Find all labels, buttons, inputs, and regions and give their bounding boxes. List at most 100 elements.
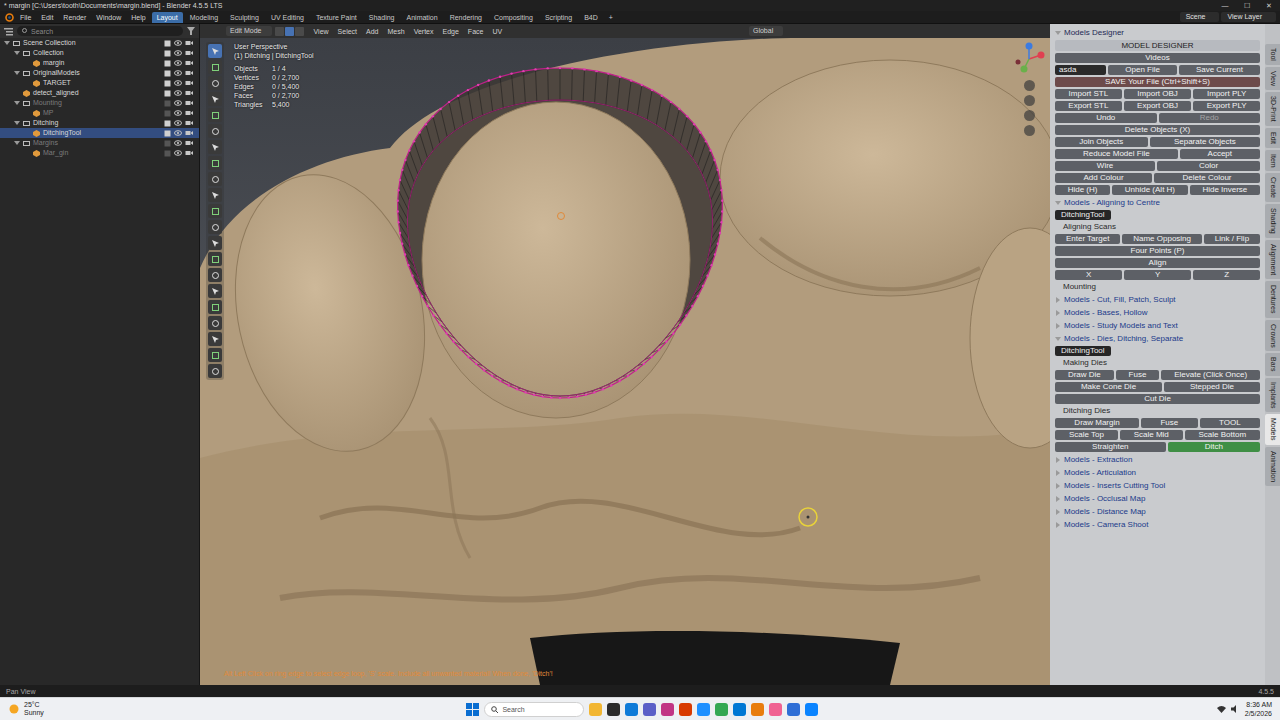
viewport-menu[interactable]: Face xyxy=(465,28,487,35)
taskbar-app-icon[interactable] xyxy=(697,703,710,716)
camera-icon[interactable] xyxy=(185,70,193,76)
expand-icon[interactable] xyxy=(1055,509,1061,515)
edge-select-icon[interactable] xyxy=(285,27,294,36)
panel-section[interactable]: Models - Study Models and Text xyxy=(1055,320,1260,331)
checkbox-icon[interactable] xyxy=(164,80,171,87)
panel-button[interactable]: Name Opposing xyxy=(1122,234,1202,244)
tool-button[interactable] xyxy=(208,156,222,170)
camera-icon[interactable] xyxy=(185,130,193,136)
panel-button[interactable]: Four Points (P) xyxy=(1055,246,1260,256)
tool-button[interactable] xyxy=(208,60,222,74)
panel-button[interactable]: Videos xyxy=(1055,53,1260,63)
camera-icon[interactable] xyxy=(185,150,193,156)
taskbar-search[interactable]: Search xyxy=(484,702,584,717)
viewport-menu[interactable]: View xyxy=(311,28,332,35)
viewport-menu[interactable]: Select xyxy=(335,28,360,35)
workspace-tab[interactable]: Layout xyxy=(152,12,183,23)
ortho-toggle-button[interactable] xyxy=(1024,125,1035,136)
camera-view-button[interactable] xyxy=(1024,110,1035,121)
panel-button[interactable]: Enter Target xyxy=(1055,234,1120,244)
panel-button[interactable]: Delete Colour xyxy=(1154,173,1260,183)
sidebar-tab[interactable]: Implants xyxy=(1265,378,1280,412)
panel-button[interactable]: Elevate (Click Once) xyxy=(1161,370,1260,380)
workspace-tab[interactable]: Rendering xyxy=(445,12,487,23)
checkbox-icon[interactable] xyxy=(164,90,171,97)
panel-button[interactable]: Hide (H) xyxy=(1055,185,1110,195)
panel-button[interactable]: X xyxy=(1055,270,1122,280)
eye-icon[interactable] xyxy=(174,120,182,126)
panel-button[interactable]: Add Colour xyxy=(1055,173,1152,183)
eye-icon[interactable] xyxy=(174,100,182,106)
panel-button[interactable]: Straighten xyxy=(1055,442,1166,452)
panel-button[interactable]: Import OBJ xyxy=(1124,89,1192,99)
panel-button[interactable]: Fuse xyxy=(1116,370,1160,380)
eye-icon[interactable] xyxy=(174,40,182,46)
tool-button[interactable] xyxy=(208,140,222,154)
eye-icon[interactable] xyxy=(174,70,182,76)
panel-section[interactable]: Models - Cut, Fill, Patch, Sculpt xyxy=(1055,294,1260,305)
taskbar-app-icon[interactable] xyxy=(769,703,782,716)
panel-button[interactable]: Ditch xyxy=(1168,442,1260,452)
panel-button[interactable]: Align xyxy=(1055,258,1260,268)
sidebar-tab[interactable]: Dentures xyxy=(1265,281,1280,317)
panel-section[interactable]: Models - Aligning to Centre xyxy=(1055,197,1260,208)
expand-icon[interactable] xyxy=(1055,297,1061,303)
panel-button[interactable]: Fuse xyxy=(1141,418,1198,428)
sidebar-tab[interactable]: Shading xyxy=(1265,204,1280,238)
taskbar-app-icon[interactable] xyxy=(589,703,602,716)
panel-button[interactable]: Separate Objects xyxy=(1150,137,1260,147)
text-field[interactable]: asda xyxy=(1055,65,1106,75)
tool-button[interactable] xyxy=(208,268,222,282)
checkbox-icon[interactable] xyxy=(164,130,171,137)
checkbox-icon[interactable] xyxy=(164,110,171,117)
panel-button[interactable]: Scale Bottom xyxy=(1185,430,1260,440)
eye-icon[interactable] xyxy=(174,50,182,56)
tool-button[interactable] xyxy=(208,108,222,122)
sidebar-tab[interactable]: View xyxy=(1265,67,1280,90)
checkbox-icon[interactable] xyxy=(164,150,171,157)
taskbar-app-icon[interactable] xyxy=(751,703,764,716)
tool-button[interactable] xyxy=(208,316,222,330)
expand-icon[interactable] xyxy=(1055,483,1061,489)
wifi-icon[interactable] xyxy=(1217,705,1226,713)
taskbar-app-icon[interactable] xyxy=(787,703,800,716)
taskbar-app-icon[interactable] xyxy=(805,703,818,716)
tool-button[interactable] xyxy=(208,76,222,90)
filter-icon[interactable] xyxy=(187,27,195,35)
tool-button[interactable] xyxy=(208,124,222,138)
checkbox-icon[interactable] xyxy=(164,60,171,67)
workspace-tab[interactable]: Animation xyxy=(402,12,443,23)
panel-button[interactable]: Make Cone Die xyxy=(1055,382,1162,392)
expand-icon[interactable] xyxy=(14,50,20,56)
camera-icon[interactable] xyxy=(185,110,193,116)
outliner-item[interactable]: Mar_gin xyxy=(0,148,199,158)
axis-gizmo-icon[interactable] xyxy=(1012,42,1046,76)
panel-button[interactable]: Scale Top xyxy=(1055,430,1118,440)
panel-button[interactable]: Accept xyxy=(1180,149,1260,159)
weather-widget[interactable]: 25°CSunny xyxy=(8,701,188,717)
workspace-tab[interactable]: Scripting xyxy=(540,12,577,23)
viewport-menu[interactable]: Add xyxy=(363,28,381,35)
tool-button[interactable] xyxy=(208,252,222,266)
camera-icon[interactable] xyxy=(185,120,193,126)
menu-item[interactable]: Edit xyxy=(37,12,57,23)
tool-button[interactable] xyxy=(208,332,222,346)
expand-icon[interactable] xyxy=(1055,336,1061,342)
outliner-item[interactable]: detect_aligned xyxy=(0,88,199,98)
panel-section[interactable]: Models - Inserts Cutting Tool xyxy=(1055,480,1260,491)
sidebar-tab[interactable]: Models xyxy=(1265,414,1280,445)
volume-icon[interactable] xyxy=(1231,705,1240,713)
panel-button[interactable]: Link / Flip xyxy=(1204,234,1260,244)
checkbox-icon[interactable] xyxy=(164,40,171,47)
outliner-item[interactable]: DitchingTool xyxy=(0,128,199,138)
menu-item[interactable]: Window xyxy=(92,12,125,23)
sidebar-tab[interactable]: Bars xyxy=(1265,353,1280,375)
blender-logo-icon[interactable] xyxy=(4,12,14,22)
sidebar-tab[interactable]: Crowns xyxy=(1265,320,1280,352)
sidebar-tab[interactable]: Tool xyxy=(1265,44,1280,65)
panel-button[interactable]: Color xyxy=(1157,161,1260,171)
viewport-menu[interactable]: UV xyxy=(489,28,505,35)
menu-item[interactable]: Render xyxy=(59,12,90,23)
tool-button[interactable] xyxy=(208,236,222,250)
panel-button[interactable]: Draw Margin xyxy=(1055,418,1139,428)
